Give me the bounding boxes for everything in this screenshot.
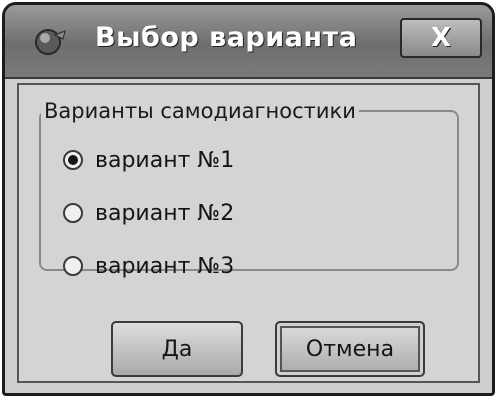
radio-unselected-icon[interactable] (63, 256, 83, 276)
dialog-body: Варианты самодиагностики вариант №1 вари… (17, 83, 480, 383)
ok-button[interactable]: Да (111, 321, 243, 377)
radio-option-1[interactable]: вариант №1 (63, 145, 234, 175)
title-bar[interactable]: Выбор варианта X (5, 5, 492, 79)
app-icon (35, 29, 66, 55)
cancel-button-label: Отмена (305, 336, 395, 362)
radio-option-2[interactable]: вариант №2 (63, 198, 234, 228)
window-title: Выбор варианта (95, 22, 358, 53)
close-icon: X (430, 23, 452, 53)
radio-label-2[interactable]: вариант №2 (95, 201, 234, 226)
close-button[interactable]: X (400, 18, 482, 58)
radio-option-3[interactable]: вариант №3 (63, 251, 234, 281)
radio-unselected-icon[interactable] (63, 203, 83, 223)
dialog-window: Выбор варианта X Варианты самодиагностик… (2, 2, 495, 396)
radio-dot (68, 155, 78, 165)
radio-label-1[interactable]: вариант №1 (95, 148, 234, 173)
cancel-button[interactable]: Отмена (275, 321, 425, 377)
radio-label-3[interactable]: вариант №3 (95, 254, 234, 279)
group-label: Варианты самодиагностики (44, 99, 356, 123)
radio-selected-icon[interactable] (63, 150, 83, 170)
self-diagnostics-group: Варианты самодиагностики вариант №1 вари… (39, 99, 459, 279)
ok-button-label: Да (161, 336, 193, 362)
